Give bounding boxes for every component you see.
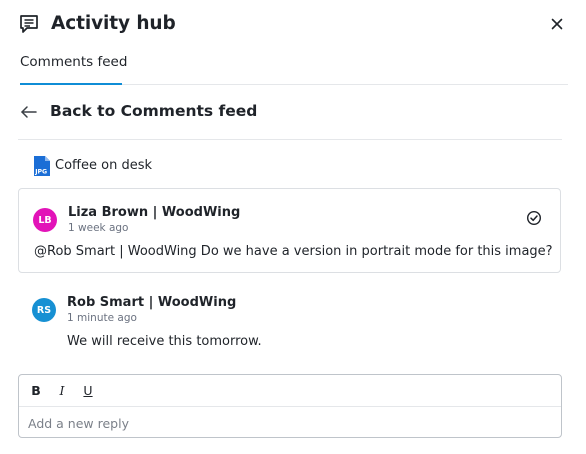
section-divider [18,139,562,140]
arrow-left-icon [20,103,38,121]
tab-bar: Comments feed [18,48,568,86]
bold-button[interactable]: B [29,383,43,398]
panel-title: Activity hub [51,13,176,34]
file-type-badge: JPG [34,169,47,176]
reply-text: We will receive this tomorrow. [67,334,262,349]
tab-divider [122,84,568,85]
avatar: RS [32,298,56,322]
format-toolbar: B I U [19,375,561,407]
comment-author: Liza Brown | WoodWing [68,205,241,220]
reply-author: Rob Smart | WoodWing [67,295,237,310]
check-circle-icon[interactable] [526,210,542,226]
avatar: LB [33,208,57,232]
comment-icon [18,13,40,35]
back-to-feed-button[interactable]: Back to Comments feed [18,96,568,128]
comment-card: LB Liza Brown | WoodWing 1 week ago @Rob… [18,188,561,273]
italic-button[interactable]: I [55,383,69,398]
reply-item: RS Rob Smart | WoodWing 1 minute ago We … [18,286,561,356]
jpg-file-icon: JPG [33,155,51,177]
reply-editor: B I U [18,374,562,438]
close-button[interactable] [546,13,568,35]
reply-time: 1 minute ago [67,312,137,324]
file-reference[interactable]: JPG Coffee on desk [33,155,433,177]
comment-text: @Rob Smart | WoodWing Do we have a versi… [34,244,553,259]
file-name: Coffee on desk [55,158,152,173]
tab-comments-feed[interactable]: Comments feed [20,54,127,70]
reply-input[interactable] [28,413,548,433]
back-label: Back to Comments feed [50,102,258,120]
underline-button[interactable]: U [81,383,95,398]
active-tab-indicator [20,83,122,85]
close-icon [551,18,563,30]
comment-time: 1 week ago [68,222,129,234]
panel-header: Activity hub [18,12,568,40]
